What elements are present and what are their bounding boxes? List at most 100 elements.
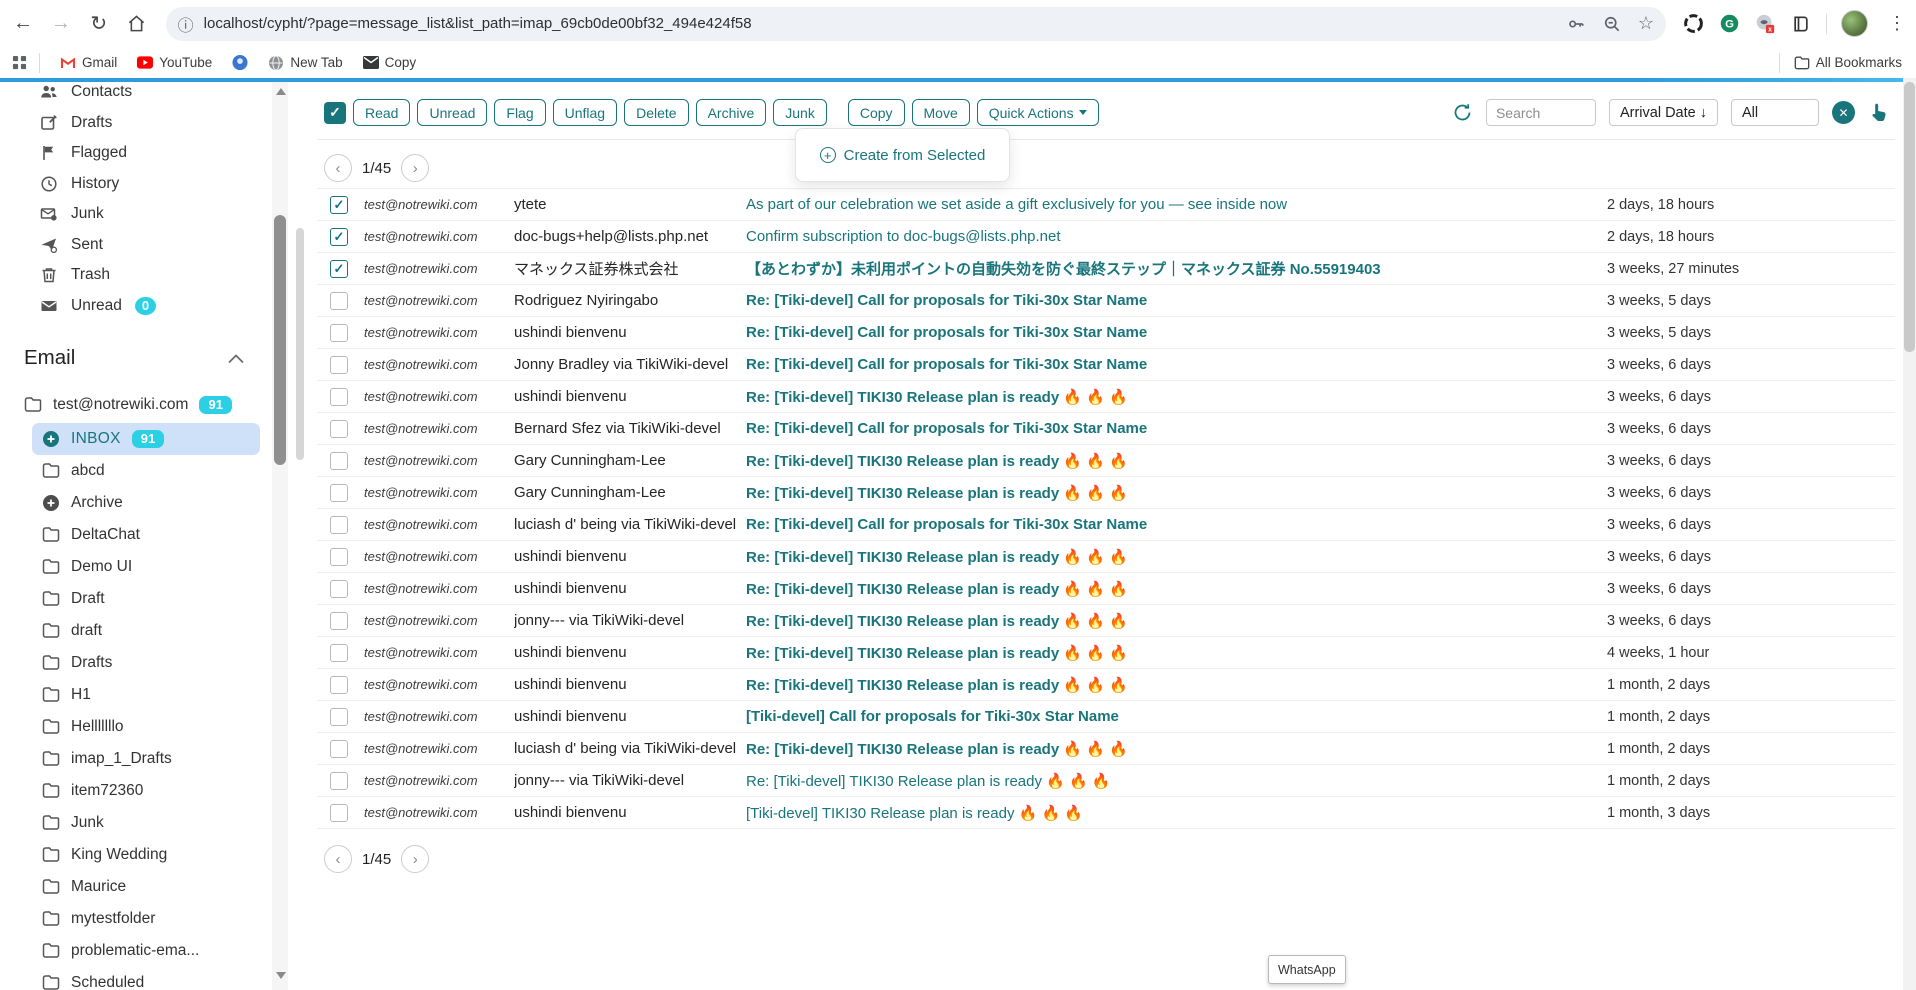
message-checkbox[interactable]: ✓ [330, 228, 348, 246]
message-subject[interactable]: Re: [Tiki-devel] Call for proposals for … [746, 292, 1607, 309]
message-subject[interactable]: Confirm subscription to doc-bugs@lists.p… [746, 228, 1607, 245]
message-checkbox[interactable]: ✓ [330, 772, 348, 790]
message-checkbox[interactable]: ✓ [330, 676, 348, 694]
message-row[interactable]: ✓ test@notrewiki.com ytete As part of ou… [318, 189, 1895, 221]
message-subject[interactable]: 【あとわずか】未利用ポイントの自動失効を防ぐ最終ステップ｜マネックス証券 No.… [746, 258, 1607, 279]
folder-item[interactable]: Drafts [32, 647, 260, 679]
message-checkbox[interactable]: ✓ [330, 708, 348, 726]
message-checkbox[interactable]: ✓ [330, 420, 348, 438]
window-scrollbar-thumb[interactable] [1904, 82, 1915, 352]
search-input[interactable] [1486, 99, 1596, 126]
message-row[interactable]: ✓ test@notrewiki.com ushindi bienvenu [T… [318, 701, 1895, 733]
select-all-checkbox[interactable]: ✓ [324, 102, 346, 124]
message-row[interactable]: ✓ test@notrewiki.com ushindi bienvenu Re… [318, 317, 1895, 349]
bookmark-copy[interactable]: Copy [363, 55, 417, 71]
message-checkbox[interactable]: ✓ [330, 644, 348, 662]
hand-pointer-icon[interactable] [1868, 101, 1891, 124]
side-panel-journal-icon[interactable] [1790, 13, 1812, 35]
create-from-selected-item[interactable]: + Create from Selected [820, 147, 986, 164]
message-subject[interactable]: [Tiki-devel] TIKI30 Release plan is read… [746, 804, 1607, 822]
folder-item[interactable]: Demo UI [32, 551, 260, 583]
message-subject[interactable]: Re: [Tiki-devel] Call for proposals for … [746, 420, 1607, 437]
previous-page-button[interactable]: ‹ [324, 845, 352, 873]
filter-select[interactable]: All [1731, 99, 1819, 126]
browser-menu-icon[interactable]: ⋮ [1888, 13, 1906, 34]
email-section-header[interactable]: Email [0, 343, 262, 373]
message-row[interactable]: ✓ test@notrewiki.com ushindi bienvenu Re… [318, 381, 1895, 413]
folder-item[interactable]: Maurice [32, 871, 260, 903]
sidebar-item-trash[interactable]: Trash [0, 260, 270, 291]
archive-button[interactable]: Archive [696, 99, 767, 126]
message-subject[interactable]: As part of our celebration we set aside … [746, 196, 1607, 213]
next-page-button[interactable]: › [401, 845, 429, 873]
grammarly-icon[interactable]: G [1718, 13, 1740, 35]
read-button[interactable]: Read [353, 99, 410, 126]
message-row[interactable]: ✓ test@notrewiki.com マネックス証券株式会社 【あとわずか】… [318, 253, 1895, 285]
bookmark-new-tab[interactable]: New Tab [268, 55, 342, 71]
message-checkbox[interactable]: ✓ [330, 484, 348, 502]
folder-item[interactable]: Helllllllo [32, 711, 260, 743]
unflag-button[interactable]: Unflag [553, 99, 617, 126]
bookmark-blue-app[interactable] [232, 55, 248, 71]
folder-item[interactable]: item72360 [32, 775, 260, 807]
all-bookmarks[interactable]: All Bookmarks [1794, 55, 1902, 71]
reload-icon[interactable]: ↻ [84, 9, 114, 39]
refresh-icon[interactable] [1452, 102, 1473, 123]
message-row[interactable]: ✓ test@notrewiki.com jonny--- via TikiWi… [318, 765, 1895, 797]
password-key-icon[interactable] [1566, 14, 1586, 34]
scrollbar-up-arrow[interactable] [276, 88, 286, 95]
folder-item[interactable]: Junk [32, 807, 260, 839]
chevron-up-icon[interactable] [228, 346, 244, 370]
folder-item[interactable]: Archive [32, 487, 260, 519]
bookmark-youtube[interactable]: YouTube [137, 55, 212, 71]
message-row[interactable]: ✓ test@notrewiki.com jonny--- via TikiWi… [318, 605, 1895, 637]
message-checkbox[interactable]: ✓ [330, 612, 348, 630]
previous-page-button[interactable]: ‹ [324, 154, 352, 182]
message-row[interactable]: ✓ test@notrewiki.com Bernard Sfez via Ti… [318, 413, 1895, 445]
message-subject[interactable]: Re: [Tiki-devel] TIKI30 Release plan is … [746, 548, 1607, 566]
next-page-button[interactable]: › [401, 154, 429, 182]
folder-item[interactable]: abcd [32, 455, 260, 487]
message-checkbox[interactable]: ✓ [330, 292, 348, 310]
forward-icon[interactable]: → [46, 9, 76, 39]
message-subject[interactable]: Re: [Tiki-devel] Call for proposals for … [746, 324, 1607, 341]
message-row[interactable]: ✓ test@notrewiki.com ushindi bienvenu [T… [318, 797, 1895, 829]
message-row[interactable]: ✓ test@notrewiki.com ushindi bienvenu Re… [318, 637, 1895, 669]
scrollbar-down-arrow[interactable] [276, 972, 286, 979]
message-subject[interactable]: Re: [Tiki-devel] TIKI30 Release plan is … [746, 740, 1607, 758]
message-subject[interactable]: Re: [Tiki-devel] TIKI30 Release plan is … [746, 484, 1607, 502]
site-info-icon[interactable]: ⓘ [178, 12, 194, 36]
flag-button[interactable]: Flag [494, 99, 545, 126]
message-subject[interactable]: Re: [Tiki-devel] TIKI30 Release plan is … [746, 772, 1607, 790]
close-icon[interactable]: ✕ [1832, 101, 1855, 124]
message-row[interactable]: ✓ test@notrewiki.com Gary Cunningham-Lee… [318, 445, 1895, 477]
folder-item[interactable]: problematic-ema... [32, 935, 260, 967]
address-bar[interactable]: ⓘ localhost/cypht/?page=message_list&lis… [166, 7, 1666, 41]
message-row[interactable]: ✓ test@notrewiki.com Rodriguez Nyiringab… [318, 285, 1895, 317]
home-icon[interactable] [122, 9, 152, 39]
message-checkbox[interactable]: ✓ [330, 388, 348, 406]
zoom-out-icon[interactable] [1602, 14, 1622, 34]
folder-item[interactable]: INBOX 91 [32, 423, 260, 455]
message-subject[interactable]: Re: [Tiki-devel] TIKI30 Release plan is … [746, 388, 1607, 406]
message-subject[interactable]: Re: [Tiki-devel] Call for proposals for … [746, 516, 1607, 533]
delete-button[interactable]: Delete [624, 99, 688, 126]
extension-shield-icon[interactable] [1682, 13, 1704, 35]
sidebar-item-flagged[interactable]: Flagged [0, 138, 270, 169]
message-checkbox[interactable]: ✓ [330, 740, 348, 758]
sidebar-item-junk[interactable]: Junk [0, 199, 270, 230]
message-row[interactable]: ✓ test@notrewiki.com ushindi bienvenu Re… [318, 669, 1895, 701]
url-text[interactable]: localhost/cypht/?page=message_list&list_… [204, 15, 1550, 32]
message-checkbox[interactable]: ✓ [330, 356, 348, 374]
folder-list-scrollbar-thumb[interactable] [296, 228, 304, 460]
message-checkbox[interactable]: ✓ [330, 196, 348, 214]
message-checkbox[interactable]: ✓ [330, 260, 348, 278]
message-row[interactable]: ✓ test@notrewiki.com ushindi bienvenu Re… [318, 541, 1895, 573]
message-row[interactable]: ✓ test@notrewiki.com Jonny Bradley via T… [318, 349, 1895, 381]
message-row[interactable]: ✓ test@notrewiki.com doc-bugs+help@lists… [318, 221, 1895, 253]
bookmark-star-icon[interactable]: ☆ [1638, 13, 1654, 34]
message-subject[interactable]: Re: [Tiki-devel] TIKI30 Release plan is … [746, 644, 1607, 662]
folder-item[interactable]: imap_1_Drafts [32, 743, 260, 775]
message-subject[interactable]: Re: [Tiki-devel] TIKI30 Release plan is … [746, 612, 1607, 630]
message-row[interactable]: ✓ test@notrewiki.com Gary Cunningham-Lee… [318, 477, 1895, 509]
